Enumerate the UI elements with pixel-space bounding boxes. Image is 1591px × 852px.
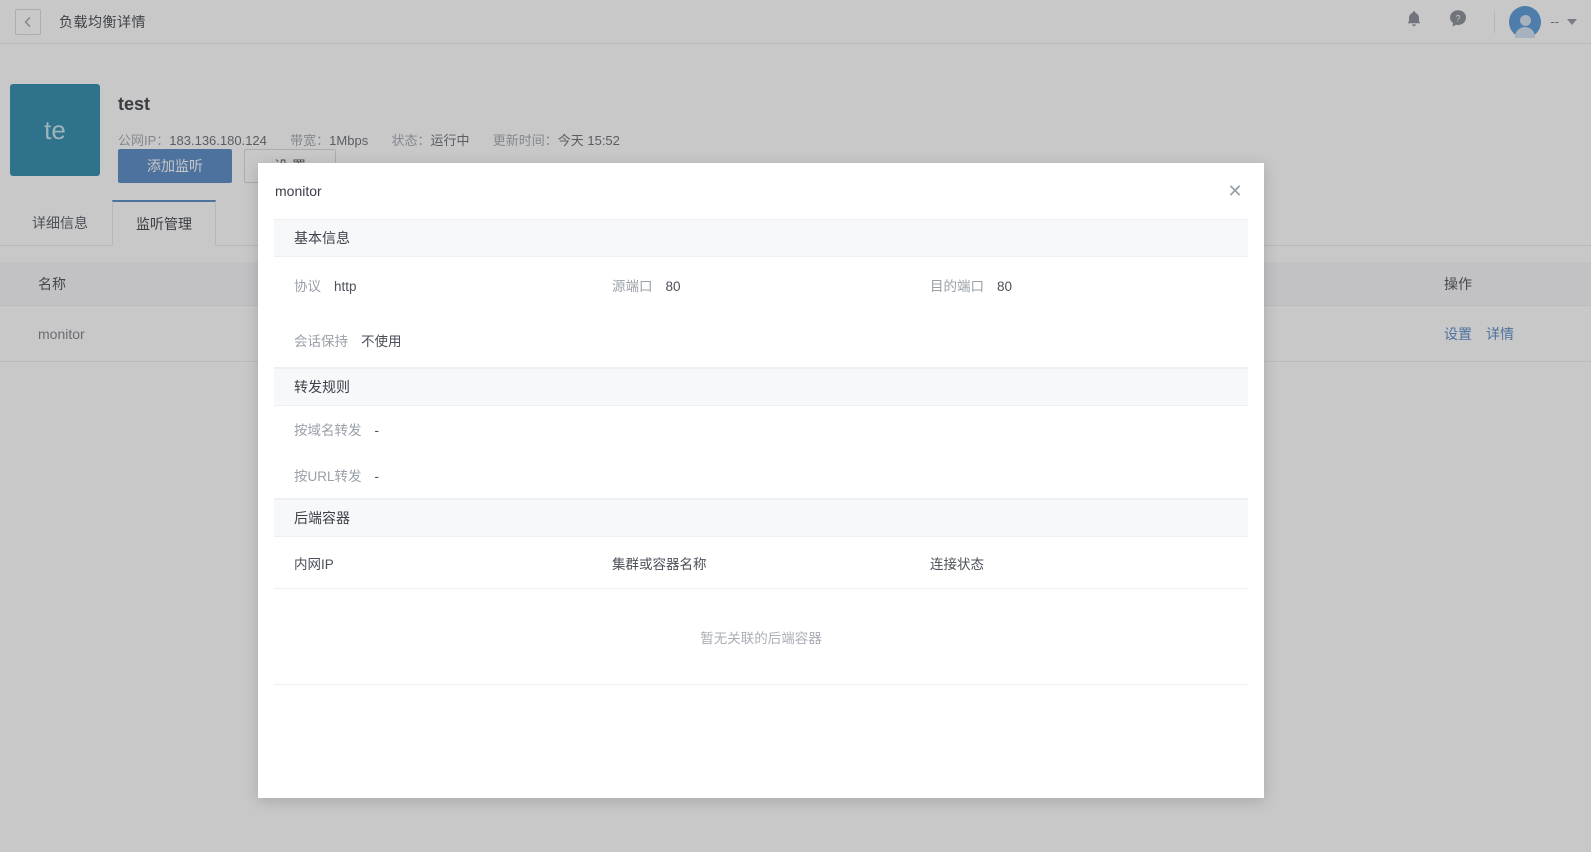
- backend-table-header: 内网IP 集群或容器名称 连接状态: [274, 537, 1248, 589]
- field-source-port-label: 源端口: [612, 278, 653, 294]
- listener-detail-modal: monitor ✕ 基本信息 协议 http 源端口 80 目的端口 80 会话…: [258, 163, 1264, 798]
- close-icon[interactable]: ✕: [1222, 178, 1248, 204]
- field-forward-by-domain-label: 按域名转发: [294, 423, 362, 438]
- backend-empty-state: 暂无关联的后端容器: [274, 589, 1248, 685]
- forward-rule-row-domain: 按域名转发 -: [274, 406, 1248, 452]
- field-forward-by-url: 按URL转发 -: [294, 465, 614, 485]
- field-forward-by-url-label: 按URL转发: [294, 469, 362, 484]
- section-basic-info-body: 协议 http 源端口 80 目的端口 80 会话保持 不使用: [274, 257, 1248, 367]
- field-target-port-label: 目的端口: [930, 278, 984, 294]
- app-root: 负载均衡详情 ? -- te test 公网IP：183.136.180.124…: [0, 0, 1591, 852]
- section-basic-info-heading: 基本信息: [274, 219, 1248, 257]
- forward-rule-row-url: 按URL转发 -: [274, 452, 1248, 498]
- section-backend-containers-heading: 后端容器: [274, 499, 1248, 537]
- section-forward-rules-heading: 转发规则: [274, 368, 1248, 406]
- field-target-port-value: 80: [997, 278, 1013, 294]
- field-forward-by-domain-value: -: [374, 423, 380, 438]
- field-protocol-label: 协议: [294, 278, 321, 294]
- field-source-port: 源端口 80: [612, 275, 930, 295]
- field-forward-by-url-value: -: [374, 469, 380, 484]
- modal-body: 基本信息 协议 http 源端口 80 目的端口 80 会话保持 不使用 转发规…: [258, 219, 1264, 685]
- backend-column-internal-ip: 内网IP: [294, 556, 334, 572]
- modal-header: monitor ✕: [258, 163, 1264, 219]
- field-session-persistence: 会话保持 不使用: [294, 330, 614, 350]
- backend-column-connection-status: 连接状态: [930, 556, 984, 572]
- field-forward-by-domain: 按域名转发 -: [294, 419, 614, 439]
- field-session-persistence-value: 不使用: [361, 333, 402, 349]
- basic-info-row-1: 协议 http 源端口 80 目的端口 80: [274, 257, 1248, 312]
- field-protocol-value: http: [334, 278, 357, 294]
- backend-column-cluster-name: 集群或容器名称: [612, 556, 707, 572]
- basic-info-row-2: 会话保持 不使用: [274, 312, 1248, 367]
- field-session-persistence-label: 会话保持: [294, 333, 348, 349]
- field-source-port-value: 80: [665, 278, 681, 294]
- section-forward-rules-body: 按域名转发 - 按URL转发 -: [274, 406, 1248, 498]
- field-target-port: 目的端口 80: [930, 275, 1248, 295]
- modal-title: monitor: [275, 182, 322, 199]
- field-protocol: 协议 http: [294, 275, 612, 295]
